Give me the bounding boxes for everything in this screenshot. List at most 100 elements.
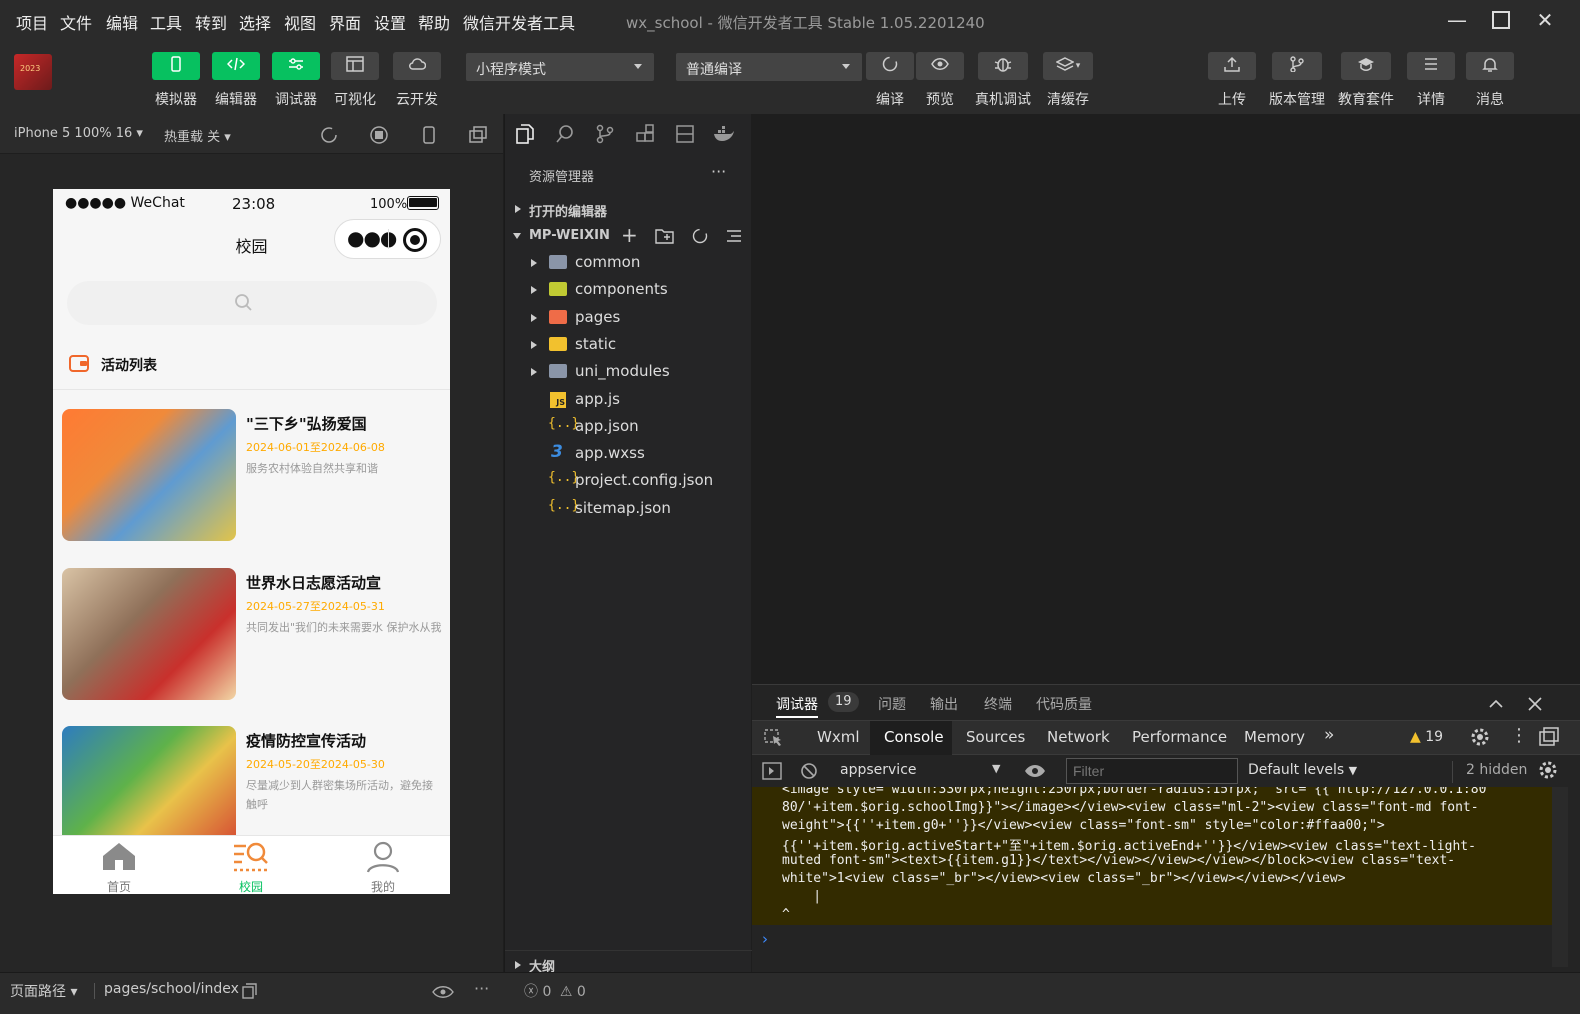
graduation-cap-button[interactable] xyxy=(1341,52,1391,80)
minimize-icon[interactable]: — xyxy=(1442,6,1472,34)
console-prompt[interactable]: › xyxy=(762,930,768,948)
menu-item[interactable]: 微信开发者工具 xyxy=(463,10,575,34)
devtools-tab[interactable]: Wxml xyxy=(817,728,860,746)
debugger-tab[interactable]: 终端 xyxy=(984,694,1012,714)
branch-button[interactable] xyxy=(1272,52,1322,80)
debugger-tab[interactable]: 调试器 xyxy=(776,694,818,714)
phone-button[interactable] xyxy=(152,52,200,80)
debugger-tab[interactable]: 代码质量 xyxy=(1036,694,1092,714)
tab-item[interactable]: 校园 xyxy=(211,838,291,894)
page-path-select[interactable]: 页面路径 ▾ xyxy=(10,981,77,1001)
bell-button[interactable] xyxy=(1466,52,1514,80)
close-icon[interactable] xyxy=(1528,697,1542,711)
devtools-tab[interactable]: Memory xyxy=(1244,728,1305,746)
levels-select[interactable]: Default levels ▼ xyxy=(1248,762,1357,778)
devtools-tab[interactable]: Sources xyxy=(966,728,1025,746)
upload-button[interactable] xyxy=(1208,52,1256,80)
refresh-button[interactable] xyxy=(866,52,914,80)
sliders-button[interactable] xyxy=(272,52,320,80)
hot-reload-select[interactable]: 热重载 关 ▾ xyxy=(164,126,231,145)
devtools-tab[interactable]: Performance xyxy=(1132,728,1227,746)
cloud-button[interactable] xyxy=(393,52,441,80)
menu-button[interactable] xyxy=(1407,52,1455,80)
new-folder-icon[interactable] xyxy=(655,227,675,245)
menu-item[interactable]: 工具 xyxy=(150,10,182,34)
close-icon[interactable]: ✕ xyxy=(1530,6,1560,34)
menu-item[interactable]: 帮助 xyxy=(418,10,450,34)
eye-button[interactable] xyxy=(916,52,964,80)
eye-icon[interactable] xyxy=(1024,763,1046,779)
extensions-icon[interactable] xyxy=(635,124,655,144)
more-tabs-icon[interactable]: » xyxy=(1324,725,1334,745)
stop-icon[interactable] xyxy=(370,126,388,144)
phone-icon[interactable] xyxy=(420,126,438,144)
file-item[interactable]: {..} project.config.json xyxy=(505,468,752,494)
folder-item[interactable]: pages xyxy=(505,305,752,331)
devtools-tab[interactable]: Console xyxy=(884,728,944,746)
gear-icon[interactable] xyxy=(1538,760,1558,780)
menu-item[interactable]: 设置 xyxy=(374,10,406,34)
activity-title[interactable]: 疫情防控宣传活动 xyxy=(246,730,366,751)
code-button[interactable] xyxy=(212,52,260,80)
activity-image[interactable] xyxy=(62,409,236,541)
menu-item[interactable]: 文件 xyxy=(60,10,92,34)
new-window-icon[interactable] xyxy=(468,126,488,144)
filter-input[interactable] xyxy=(1066,758,1238,784)
folder-item[interactable]: static xyxy=(505,332,752,358)
refresh-icon[interactable] xyxy=(691,227,709,245)
scrollbar[interactable] xyxy=(1552,787,1568,967)
avatar[interactable]: 2023 xyxy=(14,54,52,90)
file-item[interactable]: {..} sitemap.json xyxy=(505,496,752,522)
device-select[interactable]: iPhone 5 100% 16 ▾ xyxy=(14,126,143,141)
file-item[interactable]: JS app.js xyxy=(505,387,752,413)
search-input[interactable] xyxy=(67,281,437,325)
menu-item[interactable]: 编辑 xyxy=(106,10,138,34)
file-item[interactable]: 3 app.wxss xyxy=(505,441,752,467)
tab-item[interactable]: 首页 xyxy=(79,838,159,894)
capsule-button[interactable]: ●●● xyxy=(334,219,441,259)
more-icon[interactable]: ··· xyxy=(474,979,489,998)
chevron-up-icon[interactable] xyxy=(1488,697,1504,709)
compile-select[interactable]: 普通编译 xyxy=(676,53,862,81)
open-editors-section[interactable]: 打开的编辑器 xyxy=(505,196,752,222)
sidebar-toggle-icon[interactable] xyxy=(762,762,782,780)
menu-item[interactable]: 选择 xyxy=(239,10,271,34)
menu-item[interactable]: 项目 xyxy=(16,10,48,34)
error-count[interactable]: ⓧ 0 ⚠ 0 xyxy=(524,981,586,1001)
menu-item[interactable]: 界面 xyxy=(329,10,361,34)
devtools-tab[interactable]: Network xyxy=(1047,728,1110,746)
gear-icon[interactable] xyxy=(1470,727,1490,747)
close-miniapp-icon[interactable] xyxy=(403,228,427,252)
layout-button[interactable] xyxy=(331,52,379,80)
debugger-tab[interactable]: 问题 xyxy=(878,694,906,714)
collapse-all-icon[interactable] xyxy=(725,227,743,245)
inspect-icon[interactable] xyxy=(764,729,784,747)
kebab-icon[interactable]: ⋮ xyxy=(1510,725,1528,746)
refresh-icon[interactable] xyxy=(320,126,338,144)
layers-button[interactable]: ▾ xyxy=(1043,52,1093,80)
storage-icon[interactable] xyxy=(675,124,695,144)
dock-icon[interactable] xyxy=(1538,727,1560,747)
warning-count[interactable]: ▲ 19 xyxy=(1410,729,1443,745)
tab-item[interactable]: 我的 xyxy=(343,838,423,894)
menu-item[interactable]: 视图 xyxy=(284,10,316,34)
activity-title[interactable]: 世界水日志愿活动宣 xyxy=(246,572,381,593)
context-select[interactable]: appservice ▼ xyxy=(832,759,1002,783)
files-icon[interactable] xyxy=(515,124,535,144)
folder-item[interactable]: uni_modules xyxy=(505,359,752,385)
maximize-icon[interactable] xyxy=(1486,6,1516,34)
folder-item[interactable]: common xyxy=(505,250,752,276)
menu-item[interactable]: 转到 xyxy=(195,10,227,34)
search-icon[interactable] xyxy=(555,124,575,144)
activity-title[interactable]: "三下乡"弘扬爱国 xyxy=(246,413,367,434)
file-item[interactable]: {..} app.json xyxy=(505,414,752,440)
mode-select[interactable]: 小程序模式 xyxy=(466,53,654,81)
new-file-icon[interactable]: + xyxy=(621,223,638,247)
more-icon[interactable]: ··· xyxy=(711,162,726,181)
docker-icon[interactable] xyxy=(713,124,735,144)
copy-icon[interactable] xyxy=(242,983,258,999)
activity-image[interactable] xyxy=(62,568,236,700)
folder-item[interactable]: components xyxy=(505,277,752,303)
source-control-icon[interactable] xyxy=(595,124,615,144)
project-section[interactable]: MP-WEIXIN + xyxy=(505,223,752,249)
